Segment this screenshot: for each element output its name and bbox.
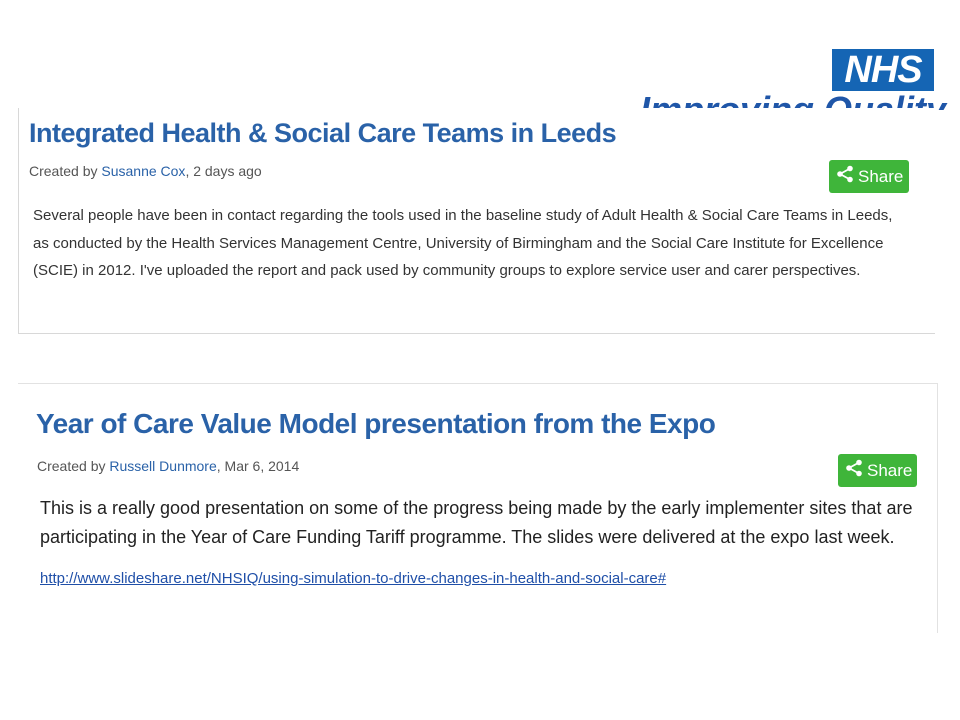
post-meta: Created by Susanne Cox, 2 days ago — [29, 163, 262, 179]
post-body: This is a really good presentation on so… — [40, 498, 913, 547]
post-meta: Created by Russell Dunmore, Mar 6, 2014 — [37, 458, 299, 474]
post-date: , Mar 6, 2014 — [216, 458, 300, 474]
author-link[interactable]: Susanne Cox — [101, 163, 185, 179]
author-link[interactable]: Russell Dunmore — [109, 458, 216, 474]
share-button[interactable]: Share — [838, 454, 917, 487]
nhs-logo: NHS — [832, 49, 934, 91]
created-by-label: Created by — [37, 458, 110, 474]
post-title[interactable]: Integrated Health & Social Care Teams in… — [29, 118, 617, 149]
post-title[interactable]: Year of Care Value Model presentation fr… — [36, 408, 716, 440]
share-button[interactable]: Share — [829, 160, 909, 193]
slideshare-link[interactable]: http://www.slideshare.net/NHSIQ/using-si… — [40, 570, 666, 587]
post-body: Several people have been in contact rega… — [33, 207, 893, 279]
created-by-label: Created by — [29, 163, 102, 179]
share-icon — [845, 455, 863, 488]
share-label: Share — [858, 167, 904, 186]
post-card-1: Integrated Health & Social Care Teams in… — [18, 108, 935, 334]
post-date: , 2 days ago — [185, 163, 262, 179]
share-label: Share — [867, 461, 913, 480]
post-card-2: Year of Care Value Model presentation fr… — [18, 383, 938, 633]
share-icon — [836, 161, 854, 194]
